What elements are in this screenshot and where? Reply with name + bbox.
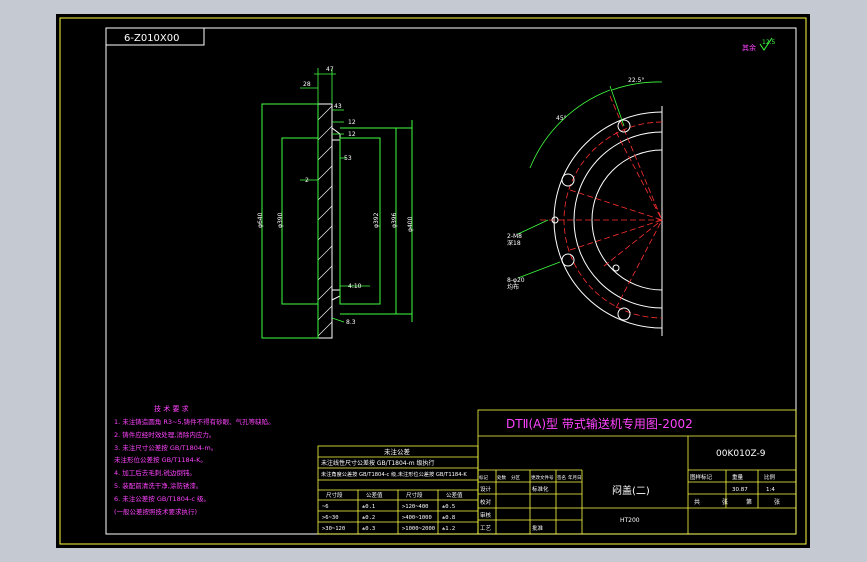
dim-diameter-right2: φ400 [407, 216, 414, 232]
dim-label: 8.3 [346, 319, 356, 326]
material: HT200 [620, 517, 640, 524]
dim-diameter-outer: φ640 [257, 212, 264, 228]
tol-cell: ±0.8 [442, 515, 455, 521]
sheet-of-label: 第 [746, 498, 752, 506]
part-name: 闷盖(二) [612, 484, 650, 497]
tol-cell: ±0.2 [362, 515, 375, 521]
tol-cell: ±0.5 [442, 504, 455, 510]
rev-header: 分区 [511, 474, 520, 481]
tech-req-title: 技 术 要 求 [154, 404, 189, 413]
dim-slope: 4:10 [348, 283, 362, 290]
dim-label: 28 [303, 81, 311, 88]
tol-cell: ~6 [322, 504, 329, 510]
dim-label: 43 [334, 103, 342, 110]
tol-cell: >1000~2000 [402, 526, 435, 532]
tol-header: 尺寸段 [406, 491, 423, 499]
tol-cell: ±0.3 [362, 526, 375, 532]
dim-diameter-inner: φ390 [277, 212, 284, 228]
tol-cell: >6~30 [322, 515, 339, 521]
dim-label: 12 [348, 131, 356, 138]
tol-cell: ±0.1 [362, 504, 375, 510]
angle-left: 45° [556, 115, 567, 122]
scale-label: 比例 [764, 473, 776, 481]
tech-req-item: (一般公差按照技术要求执行) [114, 507, 197, 516]
drawing-number: 00K010Z-9 [716, 449, 766, 459]
role-label: 设计 [480, 485, 492, 493]
tech-req-item: 6. 未注公差按 GB/T1804-c 级。 [114, 494, 210, 503]
tech-req-item: 1. 未注铸造圆角 R3~5,铸件不得有砂眼、气孔等缺陷。 [114, 417, 275, 426]
tol-cell: >120~400 [402, 504, 429, 510]
weight-label: 重量 [732, 473, 744, 481]
hole-note-2a: 8-φ20 [507, 277, 525, 284]
angle-top: 22.5° [628, 77, 644, 84]
cad-drawing: 6-Z010X00 其余 12.5 47 28 43 12 12 53 2 4:… [0, 0, 867, 562]
roughness-value: 12.5 [762, 39, 776, 46]
role-label: 工艺 [480, 525, 492, 532]
rev-header: 标记 [479, 474, 488, 481]
tol-note-1: 未注线性尺寸公差按 GB/T1804-m 级执行 [321, 459, 435, 467]
hole-note-2b: 均布 [507, 283, 519, 291]
hole-note-1b: 深18 [507, 239, 521, 247]
tol-header: 公差值 [446, 491, 463, 499]
sheet-unit-label-2: 张 [774, 498, 780, 506]
rev-header: 年月日 [568, 474, 582, 481]
tol-cell: >400~1000 [402, 515, 432, 521]
role-label: 校对 [480, 498, 492, 506]
dim-label: 2 [305, 177, 309, 184]
weight-value: 30.87 [732, 487, 748, 493]
tol-cell: ±1.2 [442, 526, 455, 532]
sheet-unit-label: 张 [722, 498, 728, 506]
tol-note-2: 未注角度公差按 GB/T1804-c 级,未注形位公差按 GB/T1184-K [321, 470, 467, 478]
rev-header: 处数 [497, 474, 506, 481]
rev-header: 更改文件号 [531, 474, 554, 481]
tol-cell: >30~120 [322, 526, 345, 532]
dim-label: 53 [344, 155, 352, 162]
tech-req-item: 未注形位公差按 GB/T1184-K。 [114, 455, 207, 464]
tech-req-item: 2. 铸件应经时效处理,消除内应力。 [114, 430, 215, 439]
stage-label: 图样标记 [690, 473, 713, 481]
tol-title: 未注公差 [384, 447, 411, 456]
tech-req-item: 4. 加工后去毛刺,锐边倒钝。 [114, 468, 196, 477]
main-title: DTⅡ(A)型 带式输送机专用图-2002 [506, 416, 693, 431]
rev-header: 签名 [557, 474, 566, 481]
roughness-note: 其余 [742, 43, 756, 52]
sheet-total-label: 共 [694, 498, 700, 506]
role-label: 标准化 [532, 485, 549, 493]
dim-thickness: 47 [326, 66, 334, 73]
tech-req-item: 3. 未注尺寸公差按 GB/T1804-m。 [114, 443, 217, 452]
tol-header: 尺寸段 [326, 491, 343, 499]
role-label: 审核 [480, 511, 492, 519]
dim-diameter-middle: φ392 [373, 212, 380, 228]
corner-code: 6-Z010X00 [124, 33, 179, 44]
tech-req-item: 5. 装配前清洗干净,涂防锈漆。 [114, 481, 202, 490]
dim-diameter-right1: φ396 [391, 212, 398, 228]
dim-label: 12 [348, 119, 356, 126]
role-label: 批准 [532, 524, 544, 532]
hole-note-1a: 2-M8 [507, 233, 522, 240]
tol-header: 公差值 [366, 491, 383, 499]
scale-value: 1:4 [766, 487, 775, 493]
